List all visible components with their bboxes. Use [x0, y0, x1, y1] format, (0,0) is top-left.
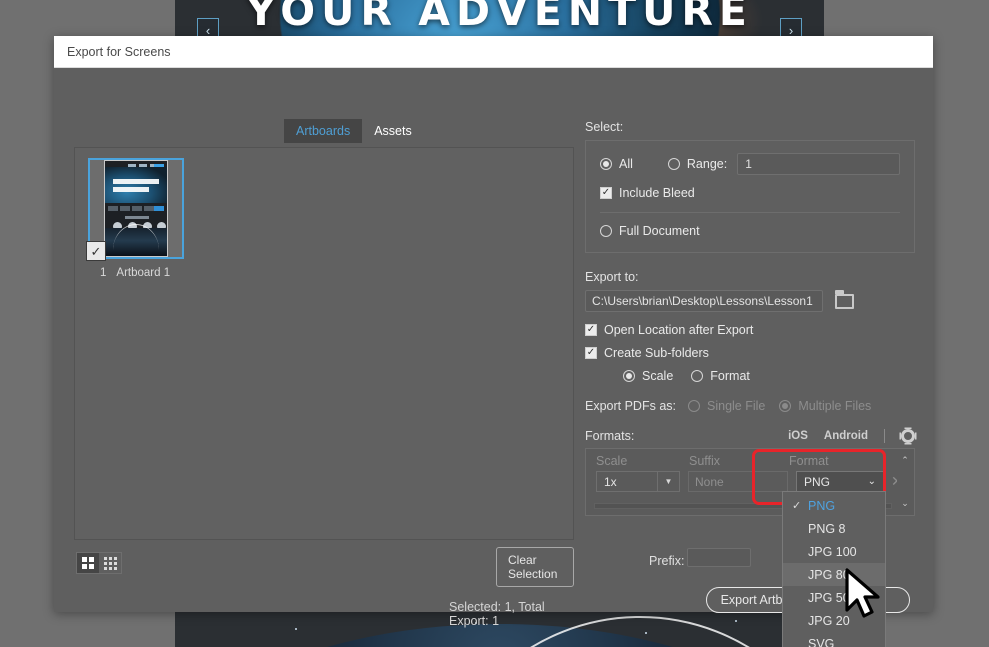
- artwork-top-strip: YOUR ADVENTURE STARTS HERE ‹ ›: [175, 0, 824, 40]
- artboard-caption: 1 Artboard 1: [88, 267, 194, 279]
- export-path-input[interactable]: C:\Users\brian\Desktop\Lessons\Lesson1: [585, 290, 823, 312]
- tab-assets[interactable]: Assets: [362, 119, 424, 143]
- include-bleed-label: Include Bleed: [619, 186, 695, 200]
- checkbox-include-bleed[interactable]: ✓: [600, 187, 612, 199]
- folder-icon[interactable]: [835, 289, 854, 309]
- format-select[interactable]: PNG ⌄: [796, 471, 884, 492]
- column-header-format: Format: [789, 454, 829, 468]
- suffix-input[interactable]: None: [688, 471, 788, 492]
- mouse-cursor: [845, 568, 880, 618]
- multiple-files-label: Multiple Files: [798, 399, 872, 413]
- checkbox-open-location[interactable]: ✓: [585, 324, 597, 336]
- prefix-label: Prefix:: [649, 554, 685, 568]
- artboard-checkbox[interactable]: ✓: [86, 241, 106, 261]
- artboard-item[interactable]: ✓ 1 Artboard 1: [86, 158, 194, 279]
- create-subfolders-row: ✓ Create Sub-folders: [585, 346, 915, 360]
- format-select-value: PNG: [804, 474, 831, 489]
- chevron-up-icon[interactable]: ⌃: [901, 455, 909, 466]
- formats-label: Formats:: [585, 429, 635, 443]
- grid-view-icon[interactable]: [77, 553, 99, 573]
- full-document-label: Full Document: [619, 224, 700, 238]
- radio-subfolder-format[interactable]: [691, 370, 704, 382]
- radio-all-label: All: [619, 157, 633, 171]
- dropdown-item-svg[interactable]: SVG: [783, 632, 885, 647]
- export-pdfs-label: Export PDFs as:: [585, 399, 676, 413]
- dropdown-item-png[interactable]: PNG: [783, 494, 885, 517]
- radio-multiple-files[interactable]: [779, 400, 792, 412]
- open-location-row: ✓ Open Location after Export: [585, 323, 915, 337]
- radio-subfolder-scale[interactable]: [623, 370, 635, 382]
- radio-range[interactable]: [667, 158, 680, 170]
- preset-android-button[interactable]: Android: [824, 430, 868, 442]
- subfolder-mode-row: Scale Format: [585, 369, 915, 383]
- select-row-full-doc: Full Document: [600, 224, 900, 238]
- dropdown-item-jpg-100[interactable]: JPG 100: [783, 540, 885, 563]
- dropdown-item-png-8[interactable]: PNG 8: [783, 517, 885, 540]
- radio-range-label: Range:: [686, 157, 728, 171]
- single-file-label: Single File: [707, 399, 766, 413]
- radio-single-file[interactable]: [688, 400, 700, 412]
- radio-all[interactable]: [600, 158, 612, 170]
- artboard-number: 1: [100, 267, 107, 279]
- select-section-label: Select:: [585, 120, 624, 134]
- formats-header: Formats: iOS Android: [585, 429, 915, 443]
- gear-icon[interactable]: [901, 429, 915, 443]
- tab-artboards[interactable]: Artboards: [284, 119, 363, 143]
- prefix-input[interactable]: [687, 548, 751, 567]
- export-to-label: Export to:: [585, 270, 639, 284]
- dialog-titlebar: Export for Screens: [54, 36, 933, 68]
- subfolder-scale-label: Scale: [642, 369, 674, 383]
- scale-dropdown-chevron-down-icon[interactable]: ▼: [658, 471, 680, 492]
- format-row: 1x ▼ None PNG ⌄ ✕: [586, 468, 914, 492]
- artboard-thumbnail-frame[interactable]: ✓: [86, 158, 184, 261]
- clear-selection-button[interactable]: Clear Selection: [496, 547, 574, 587]
- subfolder-format-label: Format: [710, 369, 750, 383]
- column-header-scale: Scale: [596, 454, 628, 468]
- artboard-name: Artboard 1: [116, 267, 171, 279]
- select-row-all-range: All Range: 1: [600, 153, 900, 175]
- list-view-icon[interactable]: [99, 553, 121, 573]
- panel-tabs: Artboards Assets: [284, 119, 424, 143]
- chevron-down-icon: ⌄: [867, 476, 876, 487]
- artboard-list-pane[interactable]: ✓ 1 Artboard 1: [74, 147, 574, 540]
- preset-ios-button[interactable]: iOS: [788, 430, 808, 442]
- view-mode-toggle: [76, 552, 122, 574]
- export-status-text: Selected: 1, Total Export: 1: [449, 600, 545, 628]
- select-row-bleed: ✓ Include Bleed: [600, 186, 900, 200]
- export-pdfs-row: Export PDFs as: Single File Multiple Fil…: [585, 399, 915, 413]
- radio-full-document[interactable]: [600, 225, 612, 237]
- create-subfolders-label: Create Sub-folders: [604, 346, 709, 360]
- options-panel: Select: All Range: 1 ✓ Include Bleed Ful…: [585, 120, 915, 516]
- checkbox-create-subfolders[interactable]: ✓: [585, 347, 597, 359]
- formats-scroll-controls[interactable]: ⌃ ⌄: [897, 450, 913, 514]
- dialog-title: Export for Screens: [67, 44, 171, 59]
- select-group: All Range: 1 ✓ Include Bleed Full Docume…: [585, 140, 915, 253]
- range-input[interactable]: 1: [737, 153, 900, 175]
- scale-value[interactable]: 1x: [596, 471, 658, 492]
- chevron-down-icon[interactable]: ⌄: [901, 498, 909, 509]
- formats-column-headers: Scale Suffix Format: [586, 449, 914, 468]
- export-path-row: C:\Users\brian\Desktop\Lessons\Lesson1: [585, 289, 915, 312]
- artboards-panel: Artboards Assets ✓ 1 Artboard 1 Clear Se…: [74, 119, 751, 628]
- artwork-headline-1: YOUR ADVENTURE: [246, 0, 753, 35]
- toolbar-divider: [884, 429, 885, 443]
- open-location-label: Open Location after Export: [604, 323, 754, 337]
- artboard-thumbnail: [104, 160, 168, 257]
- select-divider: [600, 212, 900, 213]
- column-header-suffix: Suffix: [689, 454, 721, 468]
